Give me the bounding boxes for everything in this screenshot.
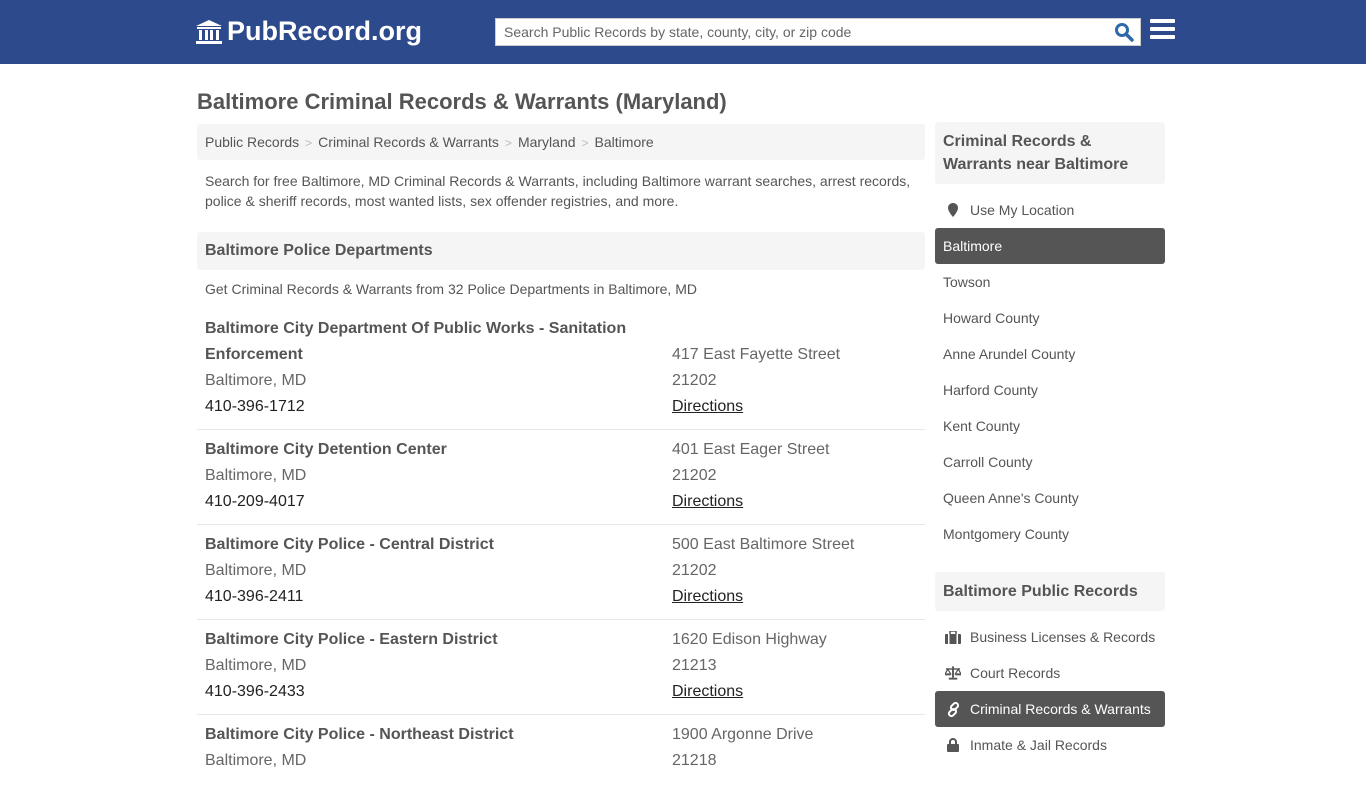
sidebar-near-item[interactable]: Howard County (935, 300, 1165, 336)
sidebar-near-item[interactable]: Towson (935, 264, 1165, 300)
site-logo[interactable]: PubRecord.org (195, 16, 422, 47)
listing-city: Baltimore, MD (205, 372, 307, 389)
breadcrumb-baltimore[interactable]: Baltimore (595, 134, 654, 150)
top-navbar: PubRecord.org (0, 0, 1366, 64)
search-input[interactable] (496, 19, 1096, 45)
listing-item: Baltimore City Police - Northeast Distri… (197, 722, 925, 810)
listing-item: Baltimore City Police - Eastern District… (197, 627, 925, 715)
breadcrumb-maryland[interactable]: Maryland (518, 134, 576, 150)
sidebar-record-label: Business Licenses & Records (970, 629, 1156, 645)
section-heading: Baltimore Police Departments (197, 232, 925, 270)
search-icon[interactable] (1114, 22, 1134, 42)
listing-address: 417 East Fayette Street (672, 346, 841, 363)
listing-zip: 21218 (672, 752, 717, 769)
listing-name[interactable]: Baltimore City Police - Northeast Distri… (205, 722, 645, 748)
sidebar-record-criminal[interactable]: Criminal Records & Warrants (935, 691, 1165, 727)
directions-link[interactable]: Directions (672, 398, 743, 415)
sidebar-near-item[interactable]: Baltimore (935, 228, 1165, 264)
listing-phone: 410-396-2433 (205, 683, 305, 700)
courthouse-icon (196, 19, 222, 44)
listing-phone: 410-396-2411 (205, 588, 304, 605)
sidebar-record-label: Court Records (970, 665, 1061, 681)
sidebar-near-item[interactable]: Kent County (935, 408, 1165, 444)
sidebar-record-court[interactable]: Court Records (935, 655, 1165, 691)
listing-name[interactable]: Baltimore City Department Of Public Work… (205, 316, 645, 368)
map-marker-icon (945, 203, 961, 217)
lock-icon (945, 738, 961, 752)
sidebar-record-business[interactable]: Business Licenses & Records (935, 619, 1165, 655)
listing-phone: 410-209-4017 (205, 493, 305, 510)
listing-item: Baltimore City Detention Center Baltimor… (197, 437, 925, 525)
sidebar-record-inmate[interactable]: Inmate & Jail Records (935, 727, 1165, 763)
hamburger-menu-icon[interactable] (1150, 19, 1175, 43)
sidebar-near-item[interactable]: Queen Anne's County (935, 480, 1165, 516)
breadcrumb-public-records[interactable]: Public Records (205, 134, 299, 150)
use-my-location-button[interactable]: Use My Location (935, 192, 1165, 228)
sidebar-near-item[interactable]: Anne Arundel County (935, 336, 1165, 372)
listing-zip: 21202 (672, 562, 717, 579)
listing-address: 1900 Argonne Drive (672, 726, 814, 743)
sidebar-near-item[interactable]: Carroll County (935, 444, 1165, 480)
listing-address: 401 East Eager Street (672, 441, 830, 458)
section-subtitle: Get Criminal Records & Warrants from 32 … (205, 281, 697, 297)
link-icon (945, 701, 961, 717)
breadcrumb-separator: > (305, 136, 313, 150)
listing-zip: 21213 (672, 657, 717, 674)
sidebar-record-label: Inmate & Jail Records (970, 737, 1107, 753)
use-my-location-label: Use My Location (970, 202, 1075, 218)
sidebar-near-heading: Criminal Records & Warrants near Baltimo… (935, 122, 1165, 184)
listing-name[interactable]: Baltimore City Detention Center (205, 437, 645, 463)
listing-phone: 410-396-1712 (205, 398, 305, 415)
sidebar-record-label: Criminal Records & Warrants (970, 701, 1151, 717)
breadcrumb-separator: > (581, 136, 589, 150)
listing-city: Baltimore, MD (205, 562, 307, 579)
breadcrumb-separator: > (504, 136, 512, 150)
intro-text: Search for free Baltimore, MD Criminal R… (205, 173, 911, 209)
listing-zip: 21202 (672, 372, 717, 389)
breadcrumb: Public Records > Criminal Records & Warran… (197, 124, 925, 160)
scales-icon (945, 666, 961, 680)
listing-item: Baltimore City Police - Central District… (197, 532, 925, 620)
listing-zip: 21202 (672, 467, 717, 484)
page-title: Baltimore Criminal Records & Warrants (M… (197, 89, 727, 114)
listing-name[interactable]: Baltimore City Police - Central District (205, 532, 645, 558)
listing-name[interactable]: Baltimore City Police - Eastern District (205, 627, 645, 653)
listing-city: Baltimore, MD (205, 467, 307, 484)
listing-city: Baltimore, MD (205, 657, 307, 674)
logo-text: PubRecord.org (227, 16, 423, 46)
listing-address: 1620 Edison Highway (672, 631, 827, 648)
listing-item: Baltimore City Department Of Public Work… (197, 316, 925, 430)
breadcrumb-criminal-records[interactable]: Criminal Records & Warrants (318, 134, 499, 150)
search-box (495, 18, 1141, 46)
sidebar-records-heading: Baltimore Public Records (935, 572, 1165, 611)
sidebar-near-item[interactable]: Harford County (935, 372, 1165, 408)
directions-link[interactable]: Directions (672, 493, 743, 510)
directions-link[interactable]: Directions (672, 683, 743, 700)
listing-city: Baltimore, MD (205, 752, 307, 769)
sidebar-near-item[interactable]: Montgomery County (935, 516, 1165, 552)
listing-address: 500 East Baltimore Street (672, 536, 855, 553)
directions-link[interactable]: Directions (672, 588, 743, 605)
briefcase-icon (945, 630, 961, 644)
